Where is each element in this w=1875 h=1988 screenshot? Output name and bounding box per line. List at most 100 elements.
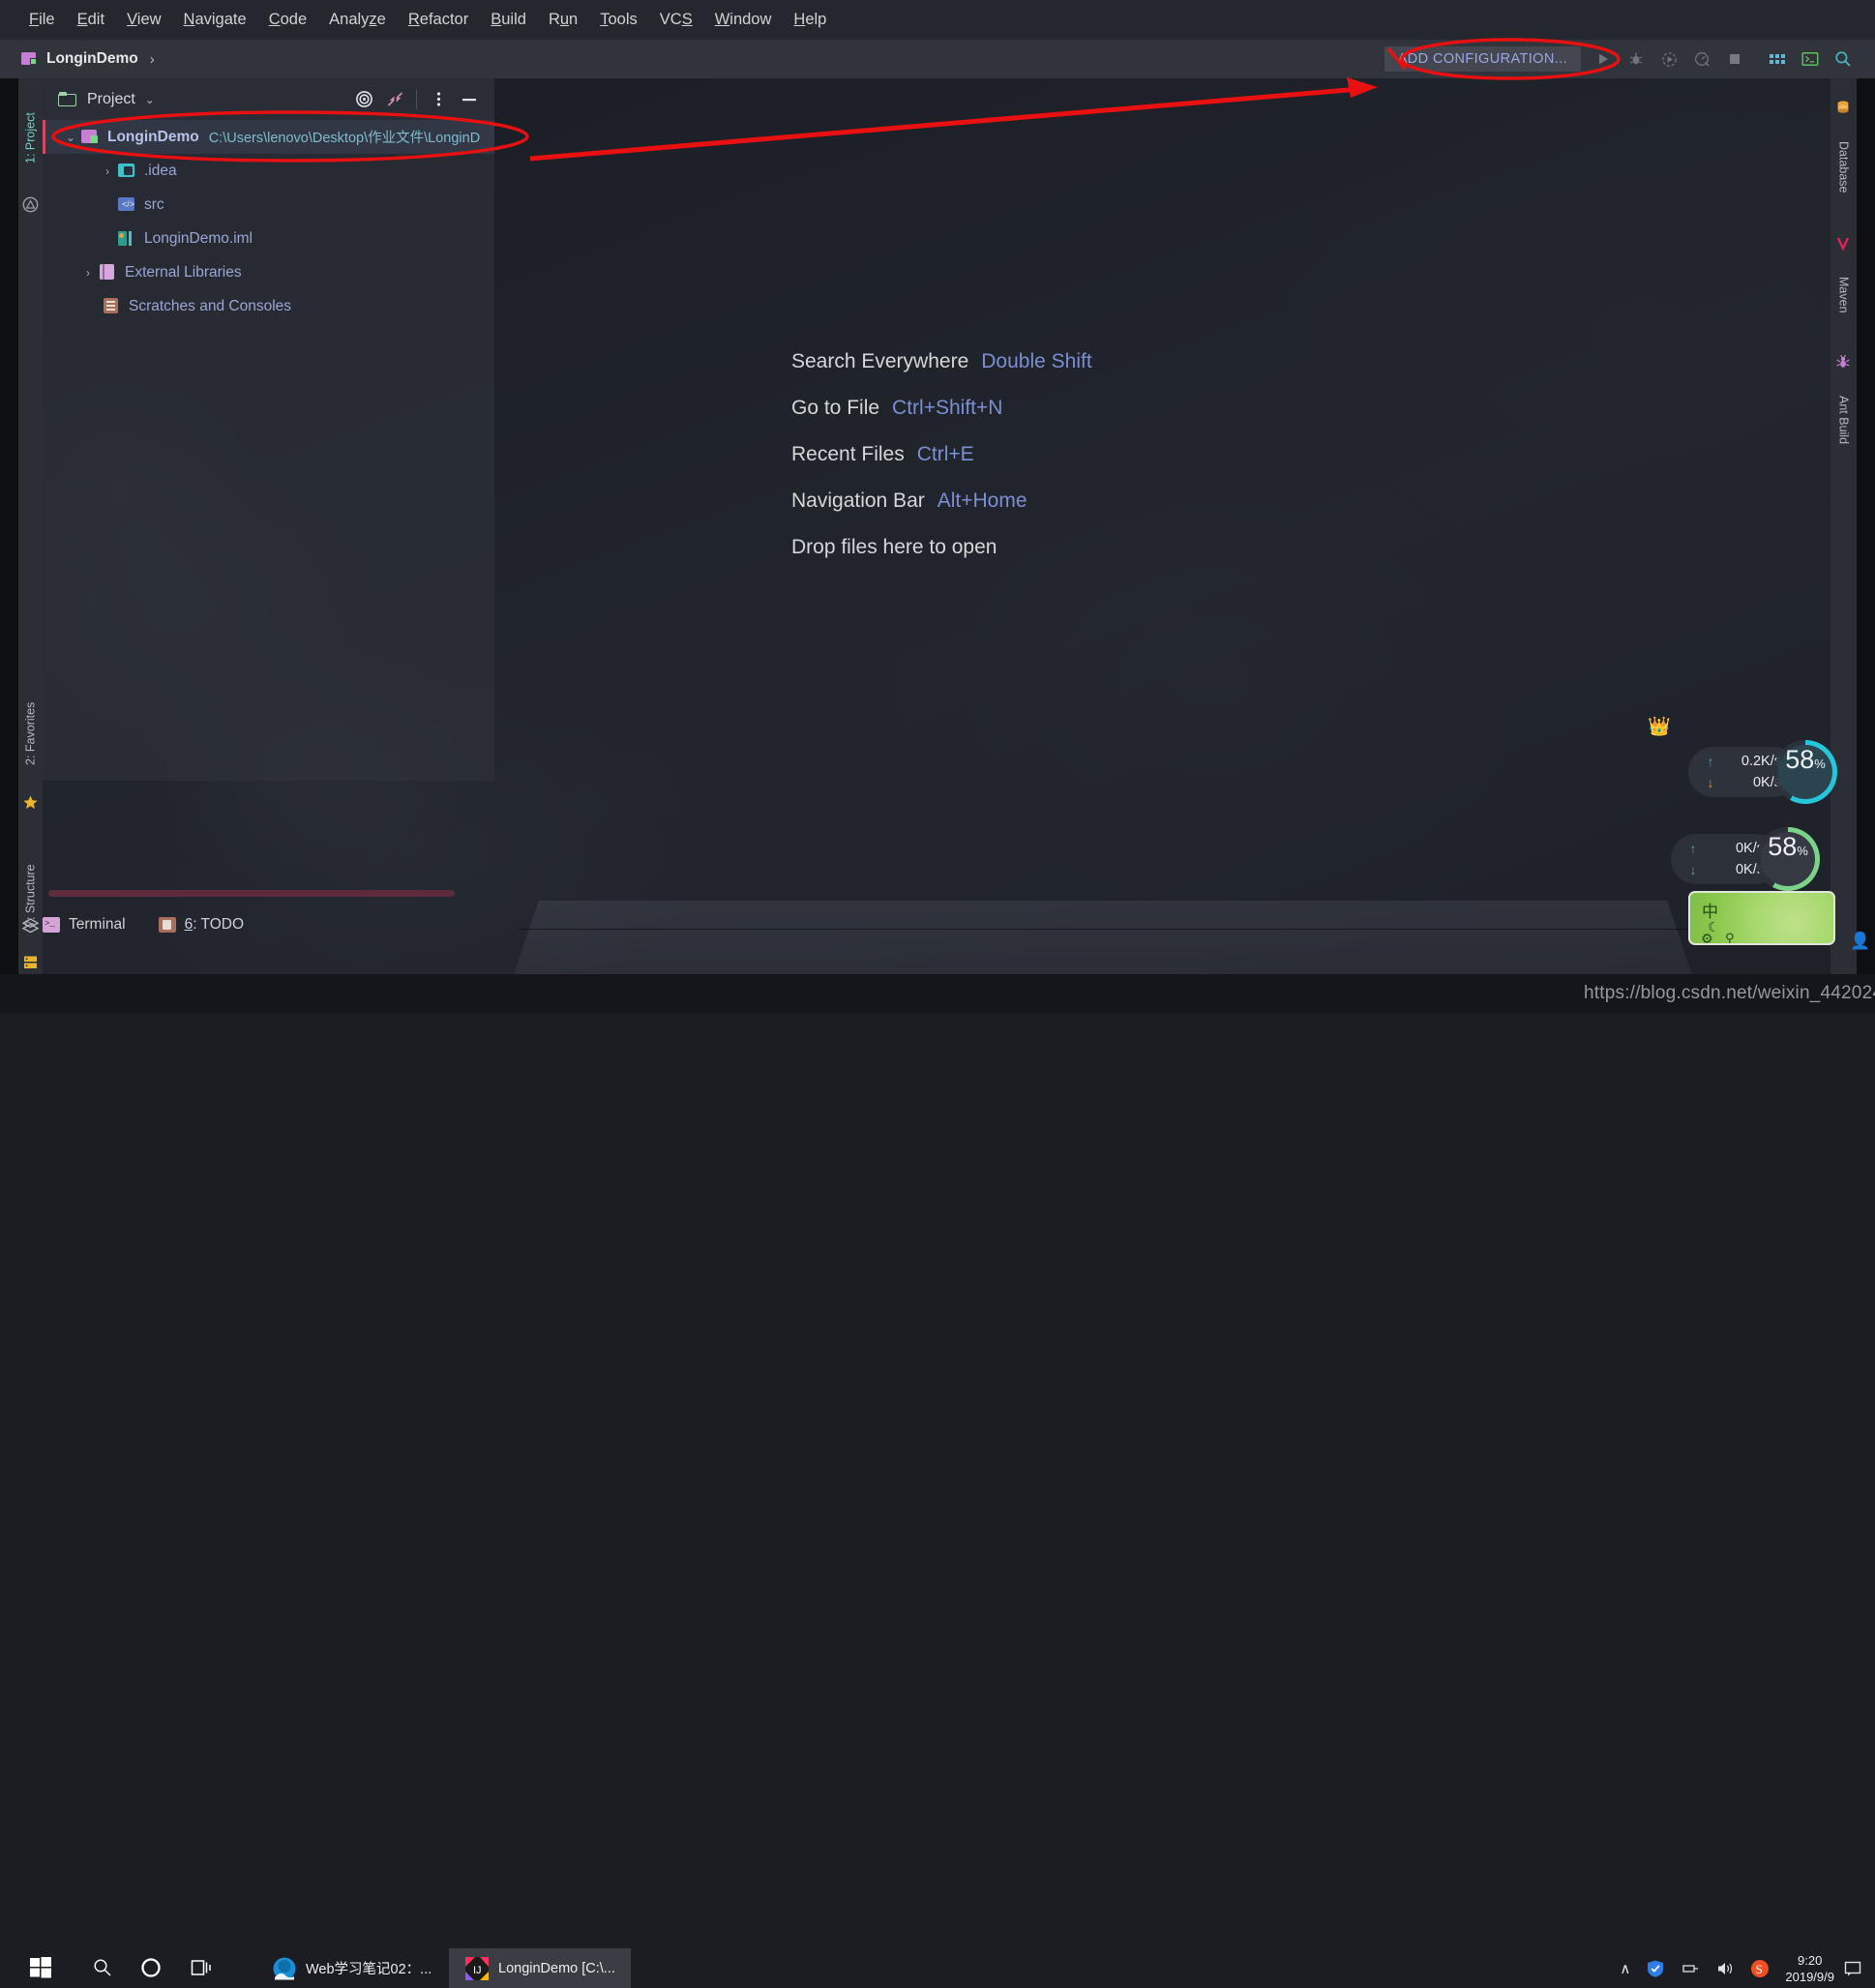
menu-item-tools[interactable]: Tools bbox=[590, 8, 647, 32]
usage-percent-symbol: % bbox=[1814, 757, 1826, 771]
taskbar-button-intellij[interactable]: IJ LonginDemo [C:\... bbox=[449, 1948, 631, 1988]
run-icon[interactable] bbox=[1587, 45, 1620, 74]
tree-label: External Libraries bbox=[125, 263, 242, 281]
chevron-right-icon[interactable]: › bbox=[97, 164, 118, 178]
tree-row-external-libraries[interactable]: › External Libraries bbox=[43, 255, 494, 289]
menu-item-view[interactable]: View bbox=[117, 8, 170, 32]
menu-item-window[interactable]: Window bbox=[705, 8, 782, 32]
sidebar-item-project[interactable]: 1: Project bbox=[18, 90, 43, 187]
sidebar-item-database[interactable]: Database bbox=[1830, 121, 1857, 214]
taskbar-clock[interactable]: 9:20 2019/9/9 bbox=[1785, 1952, 1834, 1985]
profiler-icon[interactable] bbox=[1685, 45, 1718, 74]
cpu-usage-donut-2: 58 % bbox=[1756, 827, 1820, 891]
tree-row-longindemo[interactable]: ⌄ LonginDemo C:\Users\lenovo\Desktop\作业文… bbox=[43, 120, 494, 154]
menu-label-post: ile bbox=[39, 11, 55, 28]
chevron-up-glyph: ∧ bbox=[1620, 1960, 1631, 1977]
breadcrumb-project-name[interactable]: LonginDemo bbox=[46, 50, 138, 68]
task-view-icon[interactable] bbox=[191, 1957, 212, 1983]
module-icon bbox=[81, 129, 100, 145]
upload-arrow-icon: ↑ bbox=[1707, 754, 1714, 769]
menu-item-edit[interactable]: Edit bbox=[68, 8, 114, 32]
upload-speed-row: ↑ 0.2K/s bbox=[1704, 751, 1782, 772]
terminal-icon[interactable] bbox=[1794, 45, 1827, 74]
menu-item-build[interactable]: Build bbox=[481, 8, 536, 32]
menu-label-post: indow bbox=[729, 11, 772, 28]
shield-icon[interactable] bbox=[1646, 1959, 1665, 1978]
menu-label-pre: Analy bbox=[329, 11, 370, 28]
tree-row-scratches[interactable]: Scratches and Consoles bbox=[43, 289, 494, 323]
scratch-icon bbox=[103, 298, 121, 314]
menu-item-navigate[interactable]: Navigate bbox=[174, 8, 256, 32]
tree-label: .idea bbox=[144, 162, 177, 179]
hint-action-label: Recent Files bbox=[791, 443, 905, 465]
menu-label-mnemonic: C bbox=[268, 11, 281, 28]
menu-item-run[interactable]: Run bbox=[539, 8, 587, 32]
target-locate-icon[interactable] bbox=[348, 85, 379, 114]
selection-indicator bbox=[43, 120, 45, 154]
project-icon bbox=[22, 196, 39, 213]
tree-row-src[interactable]: src bbox=[43, 188, 494, 222]
menu-label-post: iew bbox=[136, 11, 162, 28]
project-module-icon bbox=[21, 52, 38, 66]
hint-go-to-file[interactable]: Go to File Ctrl+Shift+N bbox=[791, 385, 1092, 431]
collapse-all-icon[interactable] bbox=[379, 85, 410, 114]
menu-label-mnemonic: B bbox=[491, 11, 502, 28]
bottom-item-label: Terminal bbox=[69, 916, 126, 933]
sidebar-item-ant-build[interactable]: Ant Build bbox=[1830, 375, 1857, 464]
left-tool-window-bar: 1: Project 2: Favorites 7: Structure bbox=[18, 78, 43, 974]
search-icon[interactable] bbox=[93, 1958, 112, 1982]
hint-recent-files[interactable]: Recent Files Ctrl+E bbox=[791, 431, 1092, 478]
more-options-icon[interactable] bbox=[423, 85, 454, 114]
sidebar-item-favorites[interactable]: 2: Favorites bbox=[18, 678, 43, 789]
tree-row-iml[interactable]: LonginDemo.iml bbox=[43, 222, 494, 255]
idea-folder-icon bbox=[118, 163, 136, 179]
chevron-down-icon[interactable]: ⌄ bbox=[60, 131, 81, 144]
hint-shortcut-label: Ctrl+E bbox=[916, 443, 974, 465]
windows-start-icon[interactable] bbox=[30, 1957, 51, 1978]
notification-icon[interactable] bbox=[1844, 1960, 1861, 1977]
bottom-item-terminal[interactable]: Terminal bbox=[43, 916, 126, 934]
add-configuration-button[interactable]: ADD CONFIGURATION... bbox=[1384, 46, 1581, 72]
hint-shortcut-label: Ctrl+Shift+N bbox=[892, 397, 1003, 419]
hint-navigation-bar[interactable]: Navigation Bar Alt+Home bbox=[791, 478, 1092, 524]
usb-icon[interactable] bbox=[1681, 1959, 1700, 1978]
sogou-icon[interactable]: S bbox=[1750, 1959, 1770, 1978]
menu-item-analyze[interactable]: Analyze bbox=[319, 8, 396, 32]
editor-empty-hints: Search Everywhere Double Shift Go to Fil… bbox=[791, 339, 1092, 571]
cortana-icon[interactable] bbox=[140, 1957, 162, 1983]
debug-icon[interactable] bbox=[1620, 45, 1652, 74]
key-icon[interactable]: ⚲ bbox=[1725, 931, 1735, 943]
volume-icon[interactable] bbox=[1715, 1959, 1735, 1978]
search-icon[interactable] bbox=[1827, 45, 1860, 74]
tree-row-idea[interactable]: › .idea bbox=[43, 154, 494, 188]
chevron-right-icon[interactable]: › bbox=[77, 266, 99, 280]
layers-icon[interactable] bbox=[21, 916, 40, 935]
bottom-item-label: : TODO bbox=[193, 916, 245, 933]
cpu-usage-donut-1: 58 % bbox=[1773, 740, 1837, 804]
donut-inner: 58 % bbox=[1761, 832, 1815, 886]
ime-language-bar[interactable]: 中 ☾ ⚙ ⚲ bbox=[1688, 891, 1835, 945]
run-with-coverage-icon[interactable] bbox=[1652, 45, 1685, 74]
menu-item-vcs[interactable]: VCS bbox=[650, 8, 702, 32]
structure-icon bbox=[22, 954, 39, 970]
network-speed-widget-1[interactable]: ↑ 0.2K/s ↓ 0K/s 58 % 👑 bbox=[1648, 717, 1837, 804]
navigation-bar: LonginDemo › ADD CONFIGURATION... bbox=[0, 40, 1875, 78]
menu-item-file[interactable]: File bbox=[19, 8, 65, 32]
tree-label: LonginDemo bbox=[107, 128, 199, 145]
menu-item-help[interactable]: Help bbox=[784, 8, 836, 32]
taskbar-button-browser[interactable]: Web学习笔记02：... bbox=[256, 1948, 447, 1988]
stop-icon[interactable] bbox=[1718, 45, 1751, 74]
clock-date: 2019/9/9 bbox=[1785, 1969, 1834, 1984]
hint-search-everywhere[interactable]: Search Everywhere Double Shift bbox=[791, 339, 1092, 385]
menu-item-refactor[interactable]: Refactor bbox=[399, 8, 478, 32]
hide-icon[interactable] bbox=[454, 85, 485, 114]
sidebar-item-maven[interactable]: Maven bbox=[1830, 257, 1857, 333]
menu-item-code[interactable]: Code bbox=[259, 8, 316, 32]
gear-icon[interactable]: ⚙ bbox=[1701, 931, 1713, 943]
chevron-up-icon[interactable]: ∧ bbox=[1620, 1960, 1630, 1977]
network-speed-widget-2[interactable]: ↑ 0K/s ↓ 0K/s 58 % bbox=[1671, 827, 1820, 891]
chevron-down-icon[interactable]: ⌄ bbox=[145, 93, 155, 106]
menu-label-mnemonic: z bbox=[369, 11, 377, 28]
layout-icon[interactable] bbox=[1761, 45, 1794, 74]
bottom-item-todo[interactable]: 6 : TODO bbox=[158, 916, 245, 934]
